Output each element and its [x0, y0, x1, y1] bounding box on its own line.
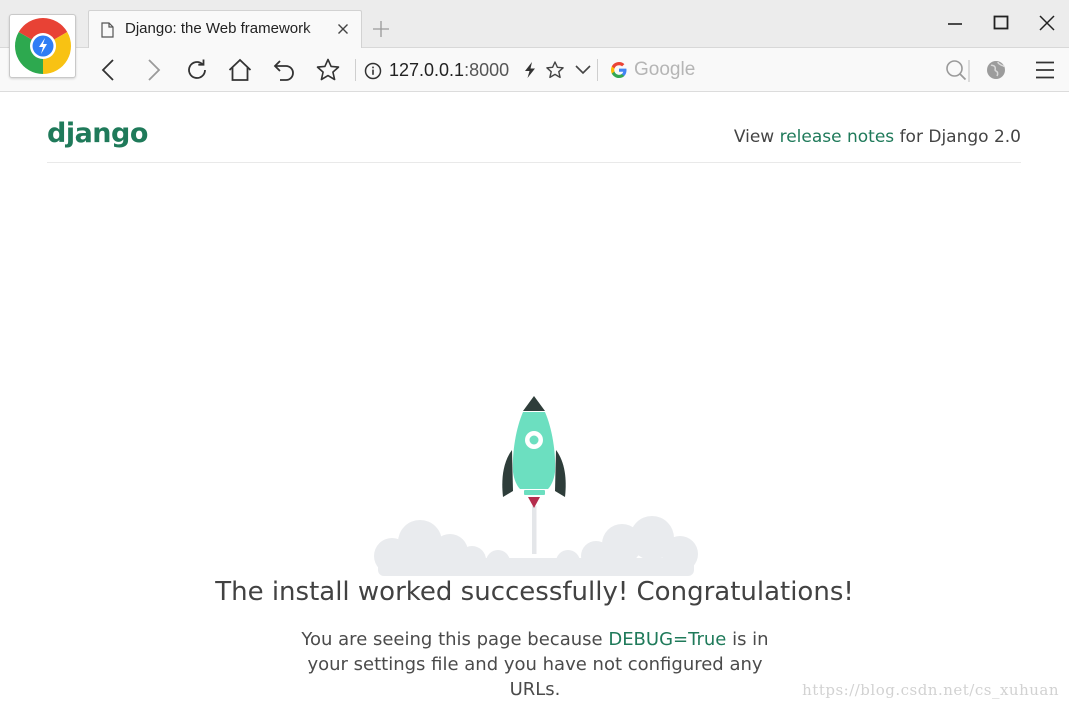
maximize-icon[interactable]: [988, 10, 1014, 36]
rocket-trail: [532, 506, 537, 554]
tab-title: Django: the Web framework: [125, 20, 311, 37]
header-divider: [47, 162, 1021, 163]
django-logo[interactable]: django: [47, 118, 148, 149]
rocket-fin-right: [555, 450, 566, 497]
debug-setting: DEBUG=True: [608, 629, 727, 650]
page-title: The install worked successfully! Congrat…: [215, 577, 854, 607]
forward-icon[interactable]: [140, 57, 166, 83]
star-icon[interactable]: [545, 60, 565, 80]
browser-logo-icon: [14, 18, 72, 74]
search-input[interactable]: Google: [634, 57, 934, 83]
back-icon[interactable]: [96, 57, 122, 83]
page-content: django View release notes for Django 2.0: [0, 93, 1069, 709]
watermark: https://blog.csdn.net/cs_xuhuan: [802, 681, 1059, 699]
rocket-nose: [523, 396, 545, 411]
address-host: 127.0.0.1: [389, 60, 465, 80]
info-icon[interactable]: [364, 62, 382, 80]
menu-icon[interactable]: [1033, 59, 1057, 81]
address-port: :8000: [464, 60, 510, 80]
home-icon[interactable]: [227, 57, 253, 83]
toolbar-separator: [597, 59, 598, 81]
bolt-icon[interactable]: [523, 61, 537, 79]
reload-icon[interactable]: [184, 57, 210, 83]
globe-icon[interactable]: [985, 59, 1007, 81]
plus-icon[interactable]: [370, 18, 392, 40]
address-input[interactable]: 127.0.0.1:8000: [389, 57, 519, 83]
release-suffix: for Django 2.0: [894, 127, 1021, 147]
tab-strip: Django: the Web framework: [0, 0, 1069, 48]
release-notes-link[interactable]: release notes: [780, 127, 895, 147]
google-icon: [610, 61, 628, 79]
window-close-icon[interactable]: [1034, 10, 1060, 36]
rocket-body: [512, 412, 556, 489]
document-icon: [101, 22, 114, 43]
close-icon[interactable]: [335, 21, 351, 37]
minimize-icon[interactable]: [942, 10, 968, 36]
browser-tab[interactable]: Django: the Web framework: [88, 10, 362, 48]
release-notes-line: View release notes for Django 2.0: [734, 127, 1021, 147]
description-before: You are seeing this page because: [301, 629, 609, 650]
rocket-illustration: [374, 396, 698, 576]
chevron-down-icon[interactable]: [574, 62, 592, 78]
toolbar: 127.0.0.1:8000 Google: [0, 48, 1069, 92]
browser-window: Django: the Web framework 127.0.0.1:8000…: [0, 0, 1069, 709]
toolbar-separator: [355, 59, 356, 81]
undo-icon[interactable]: [272, 57, 298, 83]
rocket-nozzle: [524, 490, 545, 495]
favorite-icon[interactable]: [315, 57, 341, 83]
page-description: You are seeing this page because DEBUG=T…: [298, 627, 772, 702]
browser-logo[interactable]: [9, 14, 76, 78]
rocket-fin-left: [502, 450, 513, 497]
release-prefix: View: [733, 127, 780, 147]
search-icon[interactable]: [944, 58, 970, 84]
rocket-flame: [528, 497, 540, 508]
